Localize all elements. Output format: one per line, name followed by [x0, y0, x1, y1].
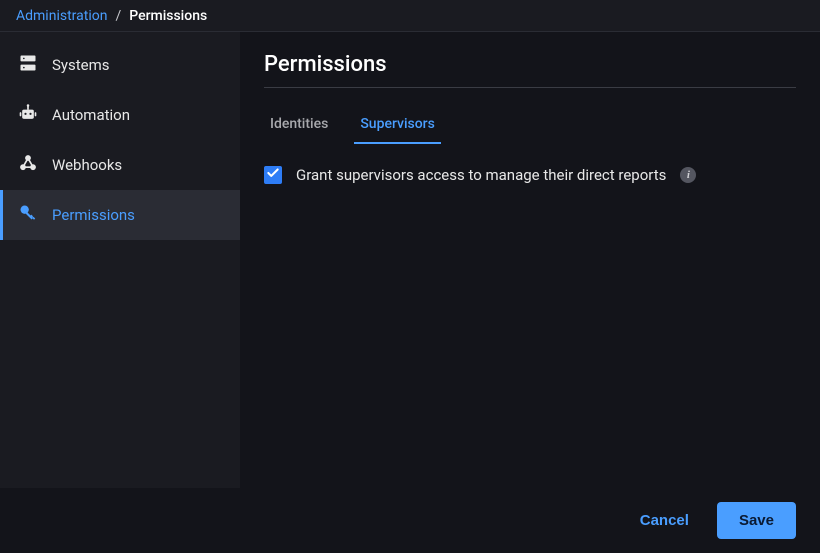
webhook-icon	[18, 153, 38, 177]
sidebar-item-label: Permissions	[52, 206, 135, 224]
server-icon	[18, 53, 38, 77]
check-icon	[266, 166, 280, 184]
grant-supervisors-label: Grant supervisors access to manage their…	[296, 166, 666, 184]
footer: Cancel Save	[0, 488, 820, 553]
sidebar-item-systems[interactable]: Systems	[0, 40, 240, 90]
cancel-button[interactable]: Cancel	[630, 504, 699, 537]
robot-icon	[18, 103, 38, 127]
info-icon[interactable]: i	[680, 167, 696, 183]
page-body: Systems Automation Webhooks Permissions …	[0, 32, 820, 488]
sidebar-item-automation[interactable]: Automation	[0, 90, 240, 140]
tab-identities[interactable]: Identities	[264, 108, 334, 144]
tab-content: Grant supervisors access to manage their…	[264, 144, 796, 476]
breadcrumb-root[interactable]: Administration	[16, 8, 107, 24]
tabs: Identities Supervisors	[264, 108, 796, 144]
sidebar-item-label: Automation	[52, 106, 130, 124]
save-button[interactable]: Save	[717, 502, 796, 539]
sidebar-item-permissions[interactable]: Permissions	[0, 190, 240, 240]
tab-supervisors[interactable]: Supervisors	[354, 108, 441, 144]
grant-supervisors-checkbox[interactable]	[264, 166, 282, 184]
breadcrumb-separator: /	[115, 8, 121, 24]
main-content: Permissions Identities Supervisors Grant…	[240, 32, 820, 488]
sidebar-item-webhooks[interactable]: Webhooks	[0, 140, 240, 190]
sidebar: Systems Automation Webhooks Permissions	[0, 32, 240, 488]
key-icon	[18, 203, 38, 227]
breadcrumb-current: Permissions	[129, 8, 207, 24]
sidebar-item-label: Systems	[52, 56, 110, 74]
breadcrumb: Administration / Permissions	[0, 0, 820, 32]
page-title: Permissions	[264, 52, 796, 88]
sidebar-item-label: Webhooks	[52, 156, 122, 174]
grant-supervisors-row: Grant supervisors access to manage their…	[264, 166, 796, 184]
